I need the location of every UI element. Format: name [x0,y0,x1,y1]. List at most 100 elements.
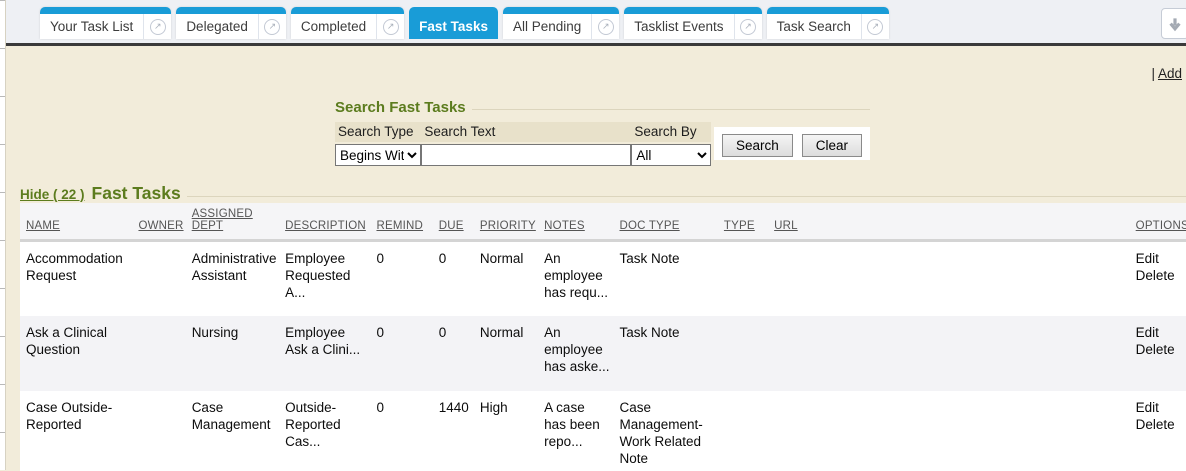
tab-label: Your Task List [40,14,143,39]
tab-your-task-list[interactable]: Your Task List ↗ [40,7,171,39]
tab-label: Delegated [176,14,258,39]
clear-button[interactable]: Clear [802,134,862,157]
column-header-url[interactable]: URL [768,203,1130,241]
tab-popout-button[interactable]: ↗ [861,14,889,39]
add-row: | Add [1151,66,1182,81]
column-header-priority[interactable]: PRIORITY [474,203,538,241]
tab-completed[interactable]: Completed ↗ [291,7,404,39]
cell-assigned-dept: Case Management [186,391,279,471]
search-text-input[interactable] [421,144,631,166]
column-header-doc-type[interactable]: DOC TYPE [613,203,717,241]
arrow-up-right-circle-icon: ↗ [264,19,280,35]
tab-label: Tasklist Events [624,14,733,39]
tab-label: Fast Tasks [409,14,498,39]
tab-popout-button[interactable]: ↗ [591,14,619,39]
fast-tasks-table-container: NAME OWNER ASSIGNED DEPT DESCRIPTION REM… [20,203,1186,470]
cell-priority: High [474,391,538,471]
edit-link[interactable]: Edit [1136,250,1182,267]
hide-count-link[interactable]: Hide ( 22 ) [20,187,85,202]
column-header-notes[interactable]: NOTES [538,203,613,241]
fieldset-border-line [472,109,870,110]
tab-label: Task Search [767,14,861,39]
arrow-up-right-circle-icon: ↗ [598,19,614,35]
cell-doc-type: Task Note [613,241,717,316]
tab-tasklist-events[interactable]: Tasklist Events ↗ [624,7,761,39]
cell-notes: An employee has requ... [538,241,613,316]
tab-popout-button[interactable]: ↗ [734,14,762,39]
cell-url [768,391,1130,471]
add-link[interactable]: Add [1158,66,1182,81]
table-row: Ask a Clinical Question Nursing Employee… [20,316,1186,391]
column-header-owner[interactable]: OWNER [132,203,185,241]
cell-due: 0 [433,241,474,316]
edit-link[interactable]: Edit [1136,324,1182,341]
cell-doc-type: Task Note [613,316,717,391]
cell-assigned-dept: Nursing [186,316,279,391]
column-header-options[interactable]: OPTIONS [1130,203,1186,241]
tab-label: All Pending [503,14,591,39]
search-by-select[interactable]: All [631,144,711,166]
table-header-row: NAME OWNER ASSIGNED DEPT DESCRIPTION REM… [20,203,1186,241]
arrow-up-right-circle-icon: ↗ [740,19,756,35]
cell-type [718,391,768,471]
tab-popout-button[interactable]: ↗ [376,14,404,39]
cell-due: 1440 [433,391,474,471]
delete-link[interactable]: Delete [1136,341,1182,358]
edit-link[interactable]: Edit [1136,399,1182,416]
tab-bar: Your Task List ↗ Delegated ↗ Completed ↗… [0,0,1186,46]
search-panel-title: Search Fast Tasks [335,99,472,116]
table-row: Case Outside-Reported Case Management Ou… [20,391,1186,471]
arrow-up-right-circle-icon: ↗ [867,19,883,35]
cell-url [768,241,1130,316]
column-header-remind[interactable]: REMIND [370,203,432,241]
tab-fast-tasks[interactable]: Fast Tasks [409,7,498,39]
column-header-type[interactable]: TYPE [718,203,768,241]
search-fast-tasks-panel: Search Fast Tasks Search Type Begins Wit… [335,99,870,166]
tab-all-pending[interactable]: All Pending ↗ [503,7,619,39]
delete-link[interactable]: Delete [1136,267,1182,284]
cell-name: Case Outside-Reported [20,391,132,471]
cell-url [768,316,1130,391]
column-header-assigned-dept[interactable]: ASSIGNED DEPT [186,203,279,241]
column-header-description[interactable]: DESCRIPTION [279,203,370,241]
search-button[interactable]: Search [722,134,793,157]
cell-remind: 0 [370,241,432,316]
cell-type [718,241,768,316]
cell-owner [132,391,185,471]
cell-due: 0 [433,316,474,391]
down-arrow-icon [1167,16,1183,32]
cell-doc-type: Case Management-Work Related Note [613,391,717,471]
cell-options: Edit Delete [1130,241,1186,316]
search-type-label: Search Type [335,122,421,142]
column-header-due[interactable]: DUE [433,203,474,241]
cell-priority: Normal [474,316,538,391]
column-header-name[interactable]: NAME [20,203,132,241]
fieldset-border-line [187,196,1186,197]
search-by-label: Search By [631,122,711,142]
table-row: Accommodation Request Administrative Ass… [20,241,1186,316]
cell-priority: Normal [474,241,538,316]
tab-popout-button[interactable]: ↗ [258,14,286,39]
tab-delegated[interactable]: Delegated ↗ [176,7,286,39]
search-type-select[interactable]: Begins With [335,144,421,166]
delete-link[interactable]: Delete [1136,416,1182,433]
cell-options: Edit Delete [1130,316,1186,391]
cell-owner [132,241,185,316]
cell-name: Accommodation Request [20,241,132,316]
search-buttons-box: Search Clear [714,127,870,160]
cell-remind: 0 [370,316,432,391]
left-resize-gutter[interactable] [0,0,6,470]
search-text-label: Search Text [421,122,631,142]
cell-description: Employee Ask a Clini... [279,316,370,391]
tab-popout-button[interactable]: ↗ [143,14,171,39]
tab-scroll-down-button[interactable] [1161,8,1186,39]
cell-assigned-dept: Administrative Assistant [186,241,279,316]
cell-description: Employee Requested A... [279,241,370,316]
cell-notes: A case has been repo... [538,391,613,471]
cell-remind: 0 [370,391,432,471]
fast-tasks-section-header: Hide ( 22 ) Fast Tasks [20,183,1186,204]
fast-tasks-table: NAME OWNER ASSIGNED DEPT DESCRIPTION REM… [20,203,1186,471]
cell-type [718,316,768,391]
tab-task-search[interactable]: Task Search ↗ [767,7,889,39]
arrow-up-right-circle-icon: ↗ [150,19,166,35]
